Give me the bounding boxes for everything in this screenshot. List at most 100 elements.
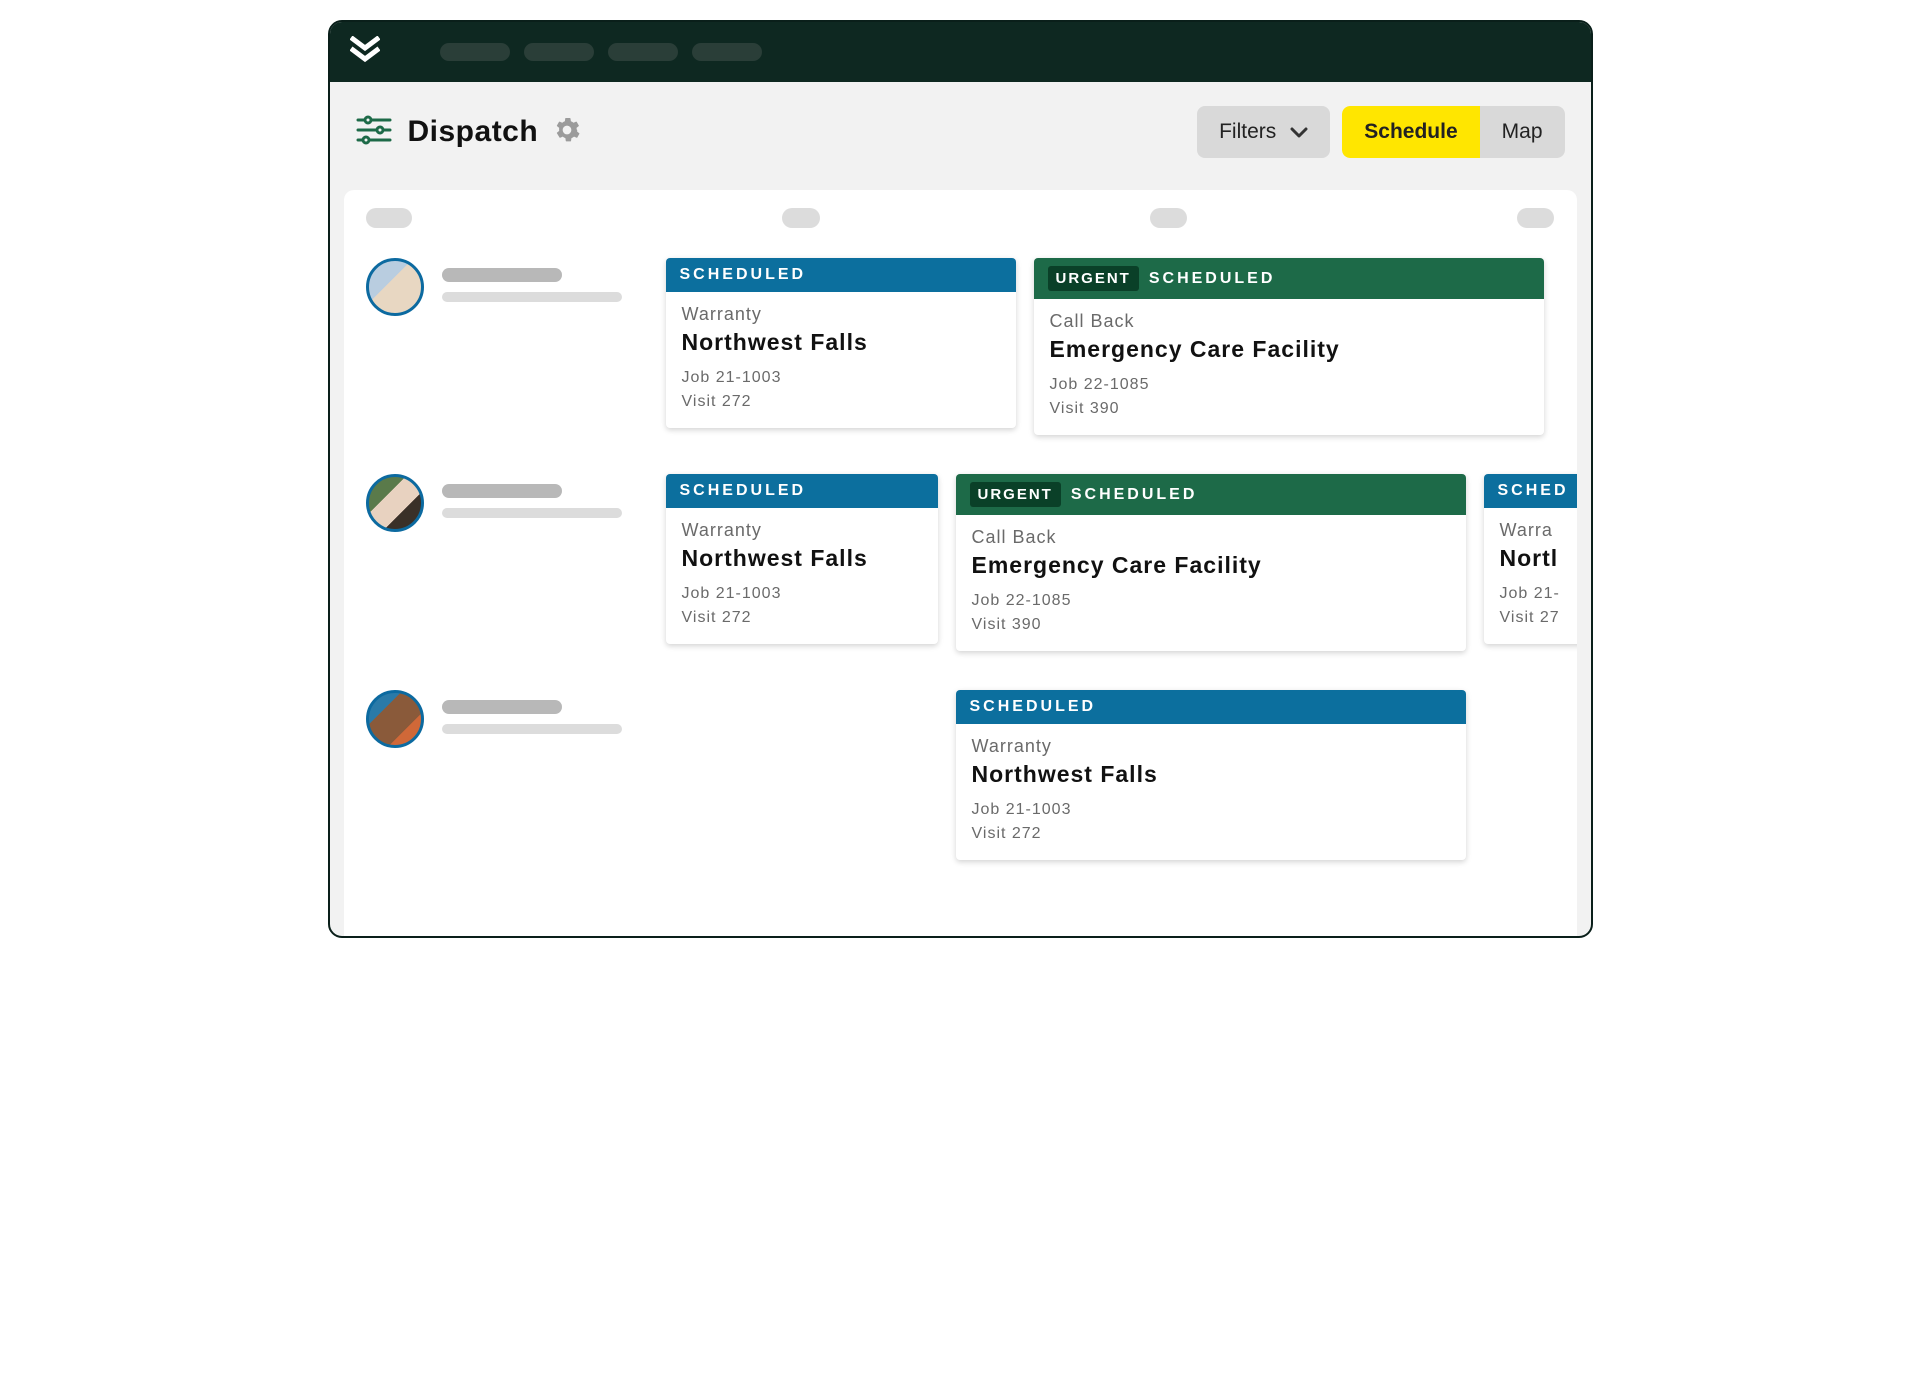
avatar[interactable] [366,690,424,748]
titlebar-tab-placeholder [524,43,594,61]
status-label: SCHEDULED [680,266,807,284]
job-card-header: SCHEDULED [956,690,1466,724]
job-card-body: Call Back Emergency Care Facility Job 22-1… [1034,299,1544,435]
visit-number: Visit 390 [972,613,1450,637]
job-meta: Job 21-1003Visit 272 [972,798,1450,846]
titlebar [330,22,1591,82]
job-number: Job 21-1003 [972,798,1450,822]
filters-button-label: Filters [1219,120,1276,144]
job-type: Warra [1500,520,1577,541]
job-meta: Job 21-Visit 27 [1500,582,1577,630]
job-number: Job 22-1085 [972,589,1450,613]
job-meta: Job 21-1003Visit 272 [682,582,922,630]
cards-area: SCHEDULED Warranty Northwest Falls Job 21-1… [666,474,1555,654]
logo-chevrons-icon [350,36,380,68]
job-title: Emergency Care Facility [1050,336,1528,363]
job-meta: Job 21-1003Visit 272 [682,366,1000,414]
job-card-header: SCHEDULED [666,474,938,508]
cards-area: SCHEDULED Warranty Northwest Falls Job 21-1… [666,690,1555,870]
status-label: SCHEDULED [680,482,807,500]
job-meta: Job 22-1085Visit 390 [972,589,1450,637]
gear-icon[interactable] [554,117,580,148]
sliders-icon[interactable] [356,115,392,150]
column-header-placeholder [1150,208,1187,228]
column-header-placeholder [1517,208,1554,228]
job-card-body: Warranty Northwest Falls Job 21-1003Visit … [666,508,938,644]
schedule-row: SCHEDULED Warranty Northwest Falls Job 21-1… [366,690,1555,870]
job-title: Northwest Falls [682,545,922,572]
schedule-tab[interactable]: Schedule [1342,106,1479,158]
placeholder-line [442,268,562,282]
job-number: Job 21- [1500,582,1577,606]
map-tab[interactable]: Map [1480,106,1565,158]
urgent-badge: URGENT [970,482,1061,507]
person-name-placeholder [442,484,622,518]
job-number: Job 21-1003 [682,582,922,606]
placeholder-line [442,724,622,734]
job-title: Northwest Falls [972,761,1450,788]
person-cell [366,474,666,532]
status-label: SCHED [1498,482,1569,500]
column-header-placeholder [782,208,819,228]
job-card[interactable]: URGENT SCHEDULED Call Back Emergency Care F… [1034,258,1544,435]
job-card[interactable]: SCHEDULED Warranty Northwest Falls Job 21-1… [956,690,1466,860]
filters-button[interactable]: Filters [1197,106,1330,158]
header-right: Filters Schedule Map [1197,106,1564,158]
job-title: Nortl [1500,545,1577,572]
avatar[interactable] [366,474,424,532]
job-card-body: Warranty Northwest Falls Job 21-1003Visit … [956,724,1466,860]
schedule-row: SCHEDULED Warranty Northwest Falls Job 21-1… [366,474,1555,654]
status-label: SCHEDULED [970,698,1097,716]
visit-number: Visit 272 [682,606,922,630]
page-title: Dispatch [408,115,539,149]
cards-area: SCHEDULED Warranty Northwest Falls Job 21-1… [666,258,1555,438]
schedule-row: SCHEDULED Warranty Northwest Falls Job 21-1… [366,258,1555,438]
chevron-down-icon [1290,120,1308,144]
job-card-header: SCHEDULED [666,258,1016,292]
job-type: Warranty [682,304,1000,325]
job-card[interactable]: SCHEDULED Warranty Northwest Falls Job 21-1… [666,474,938,644]
placeholder-line [442,508,622,518]
job-type: Warranty [972,736,1450,757]
header-left: Dispatch [356,115,581,150]
person-cell [366,690,666,748]
avatar[interactable] [366,258,424,316]
titlebar-tab-placeholder [608,43,678,61]
placeholder-line [442,484,562,498]
job-card-body: Warranty Northwest Falls Job 21-1003Visit … [666,292,1016,428]
urgent-badge: URGENT [1048,266,1139,291]
job-card[interactable]: SCHED Warra Nortl Job 21-Visit 27 [1484,474,1577,644]
placeholder-line [442,292,622,302]
job-card-header: URGENT SCHEDULED [956,474,1466,515]
person-name-placeholder [442,700,622,734]
job-card-header: URGENT SCHEDULED [1034,258,1544,299]
person-cell [366,258,666,316]
status-label: SCHEDULED [1149,270,1276,288]
job-type: Call Back [1050,311,1528,332]
status-label: SCHEDULED [1071,486,1198,504]
job-card[interactable]: URGENT SCHEDULED Call Back Emergency Care F… [956,474,1466,651]
titlebar-tab-placeholders [440,43,762,61]
visit-number: Visit 272 [682,390,1000,414]
job-card[interactable]: SCHEDULED Warranty Northwest Falls Job 21-1… [666,258,1016,428]
job-number: Job 21-1003 [682,366,1000,390]
job-card-body: Warra Nortl Job 21-Visit 27 [1484,508,1577,644]
job-type: Warranty [682,520,922,541]
column-headers [366,208,1555,228]
job-meta: Job 22-1085Visit 390 [1050,373,1528,421]
page-header: Dispatch Filters Schedule Map [330,82,1591,178]
job-card-body: Call Back Emergency Care Facility Job 22-1… [956,515,1466,651]
job-type: Call Back [972,527,1450,548]
visit-number: Visit 27 [1500,606,1577,630]
job-title: Northwest Falls [682,329,1000,356]
schedule-board: SCHEDULED Warranty Northwest Falls Job 21-1… [344,190,1577,936]
titlebar-tab-placeholder [692,43,762,61]
person-name-placeholder [442,268,622,302]
visit-number: Visit 272 [972,822,1450,846]
titlebar-tab-placeholder [440,43,510,61]
job-number: Job 22-1085 [1050,373,1528,397]
app-window: Dispatch Filters Schedule Map [328,20,1593,938]
visit-number: Visit 390 [1050,397,1528,421]
placeholder-line [442,700,562,714]
job-title: Emergency Care Facility [972,552,1450,579]
